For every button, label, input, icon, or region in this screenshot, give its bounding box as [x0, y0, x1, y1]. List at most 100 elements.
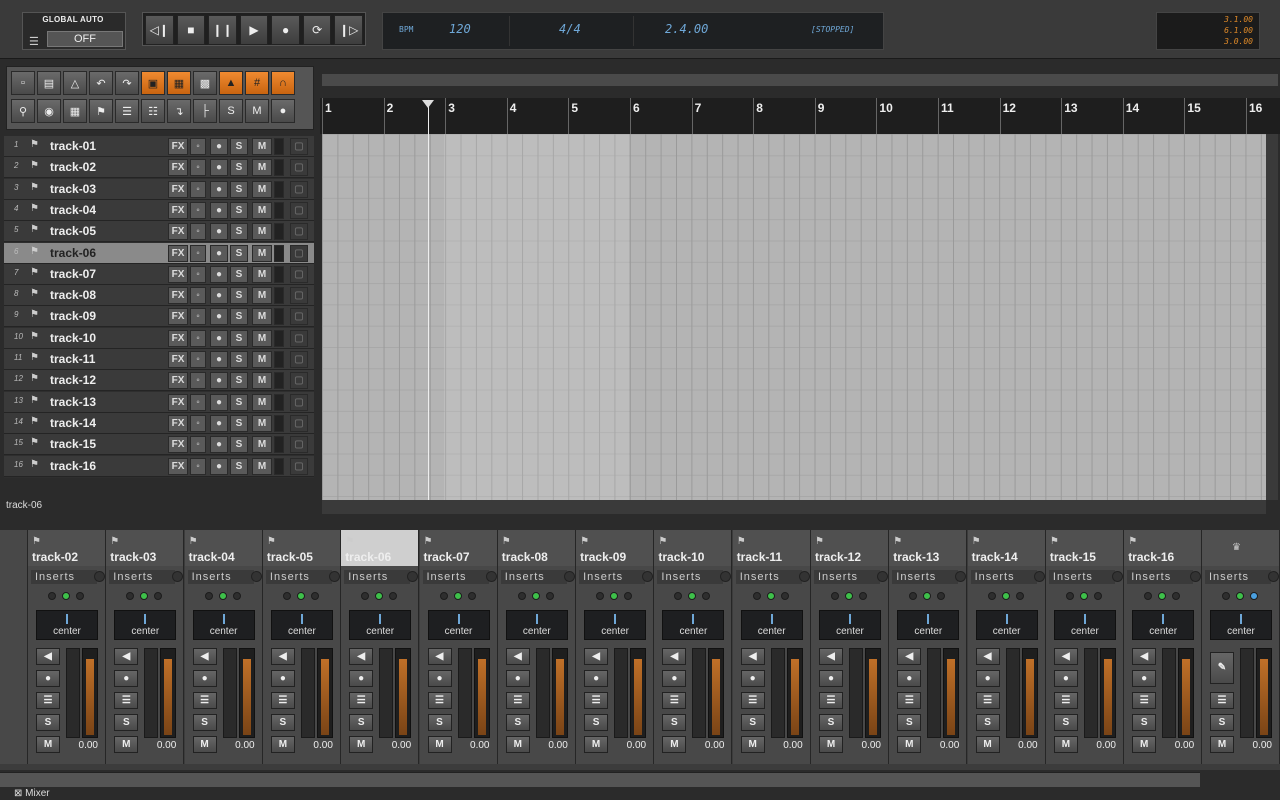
speaker-icon[interactable]: ◀: [427, 648, 452, 665]
solo-button[interactable]: S: [230, 308, 248, 326]
track-row[interactable]: 11 ⚑ track-11 FX ◦ ● S M ▢: [4, 349, 314, 370]
pause-icon[interactable]: ❙❙: [208, 15, 237, 45]
track-options-icon[interactable]: ▢: [290, 393, 308, 411]
volume-fader[interactable]: [1083, 648, 1098, 738]
solo-button[interactable]: S: [349, 714, 374, 731]
strip-header[interactable]: ⚑ track-13: [889, 530, 967, 566]
track-row[interactable]: 2 ⚑ track-02 FX ◦ ● S M ▢: [4, 157, 314, 179]
pan-control[interactable]: center: [1132, 610, 1195, 640]
fx-button[interactable]: FX: [168, 244, 188, 262]
track-name[interactable]: track-13: [50, 395, 96, 409]
mute-button[interactable]: M: [252, 393, 272, 411]
solo-button[interactable]: S: [819, 714, 843, 731]
record-arm-button[interactable]: ●: [210, 159, 228, 177]
fx-button[interactable]: FX: [168, 351, 188, 368]
open-folder-icon[interactable]: ▦: [63, 99, 87, 123]
solo-button[interactable]: S: [505, 714, 530, 731]
record-arm-button[interactable]: ●: [505, 670, 530, 687]
track-options-icon[interactable]: ▢: [290, 372, 308, 390]
channel-settings-icon[interactable]: ☰: [975, 692, 1000, 709]
inserts-power-icon[interactable]: [1190, 571, 1202, 582]
position-readout[interactable]: 2.4.00: [665, 22, 708, 36]
solo-button[interactable]: S: [230, 180, 248, 198]
solo-button[interactable]: S: [230, 159, 248, 177]
track-row[interactable]: 6 ⚑ track-06 FX ◦ ● S M ▢: [4, 242, 314, 264]
mixer-icon[interactable]: ☰: [115, 99, 139, 123]
volume-fader[interactable]: [379, 648, 394, 738]
mute-button[interactable]: M: [252, 457, 272, 475]
inserts-button[interactable]: Inserts: [31, 570, 97, 584]
inserts-button[interactable]: Inserts: [265, 570, 332, 584]
flag-icon[interactable]: ⚑: [89, 99, 113, 123]
track-row[interactable]: 5 ⚑ track-05 FX ◦ ● S M ▢: [4, 221, 314, 243]
record-arm-button[interactable]: ●: [1132, 670, 1157, 687]
volume-fader[interactable]: [535, 648, 550, 738]
mute-button[interactable]: M: [662, 736, 687, 753]
timeline-ruler[interactable]: 1 2 3 4 5 6 7 8 9 10 11 12 13 14 15 16: [320, 98, 1280, 134]
track-row[interactable]: 14 ⚑ track-14 FX ◦ ● S M ▢: [4, 412, 314, 434]
volume-fader[interactable]: [1240, 648, 1254, 738]
strip-header[interactable]: ⚑ track-10: [654, 530, 732, 566]
channel-settings-icon[interactable]: ☰: [505, 692, 530, 709]
mute-button[interactable]: M: [252, 372, 272, 390]
loop-end[interactable]: 6.1.00: [1157, 26, 1253, 35]
grid-view-icon[interactable]: ▩: [193, 71, 217, 95]
strip-header[interactable]: ⚑ track-06: [341, 530, 419, 566]
inserts-button[interactable]: Inserts: [970, 570, 1037, 584]
mute-button[interactable]: M: [252, 351, 272, 368]
solo-button[interactable]: S: [192, 714, 217, 731]
track-name[interactable]: track-11: [50, 352, 95, 366]
track-options-icon[interactable]: ▢: [290, 223, 308, 241]
record-arm-button[interactable]: ●: [210, 372, 228, 390]
inserts-button[interactable]: Inserts: [344, 570, 411, 584]
record-arm-button[interactable]: ●: [210, 201, 228, 219]
inserts-power-icon[interactable]: [563, 571, 575, 582]
fx-button[interactable]: FX: [168, 138, 188, 155]
volume-fader[interactable]: [1162, 648, 1177, 738]
mute-button[interactable]: M: [740, 736, 765, 753]
channel-settings-icon[interactable]: ☰: [584, 692, 609, 709]
channel-settings-icon[interactable]: ☰: [114, 692, 139, 709]
mute-button[interactable]: M: [252, 159, 272, 177]
mute-button[interactable]: M: [252, 308, 272, 326]
speaker-icon[interactable]: ◀: [819, 648, 843, 665]
inserts-button[interactable]: Inserts: [579, 570, 646, 584]
snap-grid-icon[interactable]: #: [245, 71, 269, 95]
solo-button[interactable]: S: [230, 244, 248, 262]
track-options-icon[interactable]: ▢: [290, 457, 308, 475]
solo-button[interactable]: S: [230, 201, 248, 219]
track-row[interactable]: 9 ⚑ track-09 FX ◦ ● S M ▢: [4, 306, 314, 328]
inserts-power-icon[interactable]: [642, 571, 654, 582]
inserts-button[interactable]: Inserts: [735, 570, 802, 584]
strip-header[interactable]: ⚑ track-07: [419, 530, 497, 566]
track-options-icon[interactable]: ▢: [290, 159, 308, 177]
new-file-icon[interactable]: ▫: [11, 71, 35, 95]
record-arm-button[interactable]: ●: [210, 244, 228, 262]
channel-settings-icon[interactable]: ☰: [897, 692, 922, 709]
record-arm-button[interactable]: ●: [210, 265, 228, 283]
channel-settings-icon[interactable]: ☰: [36, 692, 60, 709]
power-icon[interactable]: ◦: [190, 159, 206, 177]
power-icon[interactable]: ◦: [190, 372, 206, 390]
loop-length[interactable]: 3.0.00: [1157, 37, 1253, 46]
track-row[interactable]: 12 ⚑ track-12 FX ◦ ● S M ▢: [4, 370, 314, 392]
mute-button[interactable]: M: [252, 329, 272, 347]
track-name[interactable]: track-05: [50, 224, 96, 238]
pan-control[interactable]: center: [505, 610, 568, 640]
track-row[interactable]: 4 ⚑ track-04 FX ◦ ● S M ▢: [4, 199, 314, 221]
record-arm-button[interactable]: ●: [897, 670, 922, 687]
eq-icon[interactable]: ☷: [141, 99, 165, 123]
pan-control[interactable]: center: [819, 610, 881, 640]
record-arm-button[interactable]: ●: [740, 670, 765, 687]
track-row[interactable]: 16 ⚑ track-16 FX ◦ ● S M ▢: [4, 455, 314, 477]
inserts-button[interactable]: Inserts: [1205, 570, 1271, 584]
track-row[interactable]: 13 ⚑ track-13 FX ◦ ● S M ▢: [4, 391, 314, 413]
inserts-power-icon[interactable]: [877, 571, 888, 582]
mute-button[interactable]: M: [252, 436, 272, 454]
solo-button[interactable]: S: [114, 714, 139, 731]
solo-button[interactable]: S: [230, 414, 248, 432]
channel-settings-icon[interactable]: ☰: [192, 692, 217, 709]
mute-button[interactable]: M: [252, 180, 272, 198]
edit-icon[interactable]: ✎: [1210, 652, 1234, 684]
track-options-icon[interactable]: ▢: [290, 265, 308, 283]
